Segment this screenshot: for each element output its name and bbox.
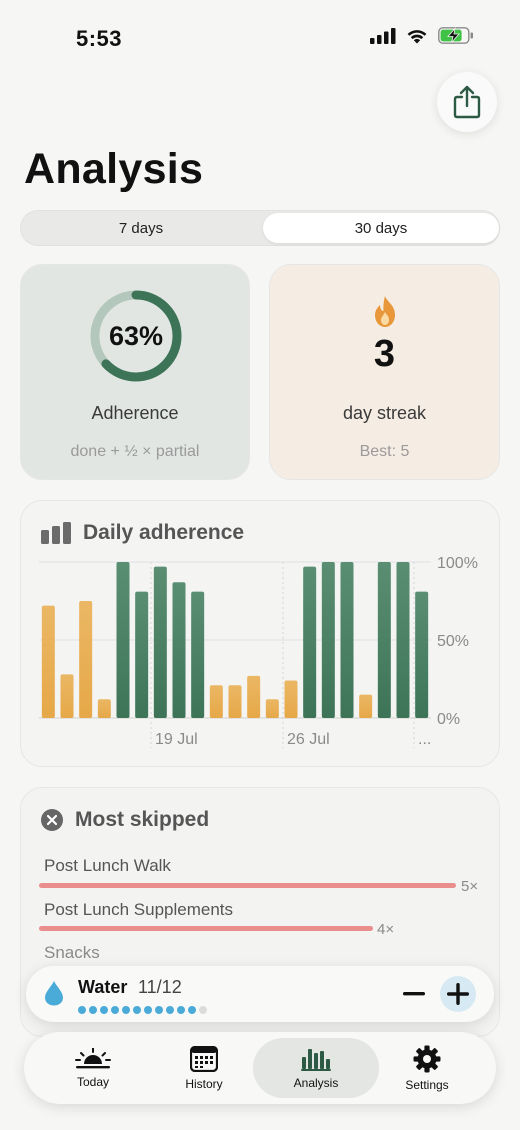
cellular-signal-icon	[370, 27, 396, 44]
water-drop-icon	[45, 981, 63, 1006]
chart-bar	[153, 566, 167, 718]
bar-chart-icon	[301, 1048, 331, 1071]
adherence-card: 63% Adherence done + ½ × partial	[20, 264, 250, 480]
chart-bar	[228, 685, 242, 718]
water-dot	[188, 1006, 196, 1014]
water-progress-dots	[78, 1006, 207, 1014]
chart-bar	[97, 699, 111, 718]
x-circle-icon	[41, 809, 63, 831]
chart-bar	[396, 562, 410, 718]
skipped-item-count: 5×	[461, 878, 479, 895]
chart-bar	[135, 591, 149, 718]
streak-card: 3 day streak Best: 5	[269, 264, 500, 480]
skipped-item-name: Post Lunch Supplements	[44, 900, 234, 919]
calendar-icon	[190, 1045, 218, 1072]
chart-bar	[172, 582, 186, 718]
water-label: Water	[78, 977, 128, 997]
chart-bar	[415, 591, 429, 718]
page-title: Analysis	[24, 145, 204, 193]
skipped-item-name: Snacks	[44, 943, 100, 962]
chart-bar	[247, 675, 261, 718]
water-increment-button[interactable]	[440, 976, 476, 1012]
chart-bar	[265, 699, 279, 718]
chart-y-tick-label: 0%	[437, 711, 460, 728]
daily-adherence-header: Daily adherence	[41, 521, 244, 545]
tab-settings[interactable]: Settings	[364, 1038, 490, 1098]
chart-x-tick-label: ...	[418, 731, 431, 748]
daily-adherence-title: Daily adherence	[83, 521, 245, 544]
daily-adherence-card: 100% 50% 0% 19 Jul 26 Jul... Daily adherence	[20, 500, 500, 767]
water-dot	[155, 1006, 163, 1014]
streak-value: 3	[373, 333, 396, 375]
water-dot	[100, 1006, 108, 1014]
water-dot	[122, 1006, 130, 1014]
most-skipped-header: Most skipped	[41, 808, 209, 832]
status-time: 5:53	[76, 26, 123, 51]
chart-y-tick-label: 50%	[437, 633, 469, 650]
chart-bar	[340, 562, 354, 718]
water-dot	[78, 1006, 86, 1014]
water-dot	[166, 1006, 174, 1014]
range-selector: 7 days 30 days	[20, 210, 500, 246]
chart-bar	[191, 591, 205, 718]
status-bar: 5:53	[0, 0, 520, 70]
tab-label: Today	[76, 1074, 110, 1089]
chart-bar	[41, 605, 55, 718]
most-skipped-title: Most skipped	[75, 808, 210, 831]
chart-bar	[79, 601, 93, 718]
tab-label: History	[185, 1076, 223, 1091]
streak-label: day streak	[342, 403, 427, 423]
wifi-icon	[407, 29, 427, 43]
tab-today[interactable]: Today	[30, 1038, 156, 1098]
chart-x-tick-label: 19 Jul	[155, 731, 198, 748]
water-dot	[133, 1006, 141, 1014]
adherence-percent: 63%	[108, 321, 164, 351]
plus-icon	[447, 983, 469, 1005]
range-option-7-days[interactable]: 7 days	[23, 213, 259, 243]
chart-bar	[303, 566, 317, 718]
adherence-label: Adherence	[91, 403, 179, 423]
tab-label: Settings	[405, 1077, 449, 1092]
chart-x-tick-label: 26 Jul	[287, 731, 330, 748]
adherence-note: done + ½ × partial	[70, 443, 200, 460]
chart-bar	[116, 562, 130, 718]
skipped-item-name: Post Lunch Walk	[44, 856, 171, 875]
skipped-item-bar	[39, 926, 373, 931]
status-icons	[370, 27, 474, 44]
share-icon	[453, 85, 481, 119]
range-option-30-days[interactable]: 30 days	[263, 213, 499, 243]
water-dot	[89, 1006, 97, 1014]
water-dot	[144, 1006, 152, 1014]
share-button[interactable]	[437, 72, 497, 132]
flame-icon	[375, 296, 395, 327]
water-dot	[177, 1006, 185, 1014]
chart-bar	[321, 562, 335, 718]
water-dot	[111, 1006, 119, 1014]
chart-bar	[377, 562, 391, 718]
water-dot	[199, 1006, 207, 1014]
chart-bar	[60, 674, 74, 718]
skipped-item-bar	[39, 883, 456, 888]
tab-bar: Today History Analysis Settings	[24, 1032, 496, 1104]
skipped-item-count: 4×	[377, 921, 395, 938]
chart-bar	[284, 680, 298, 718]
tab-label: Analysis	[293, 1075, 339, 1090]
sunrise-icon	[75, 1047, 111, 1068]
battery-charging-icon	[438, 27, 473, 44]
chart-bar	[209, 685, 223, 718]
bar-chart-small-icon	[41, 522, 71, 544]
tab-history[interactable]: History	[141, 1038, 267, 1098]
chart-y-tick-label: 100%	[437, 555, 478, 572]
chart-bar	[359, 694, 373, 718]
tab-analysis[interactable]: Analysis	[253, 1038, 379, 1098]
minus-icon	[403, 992, 425, 996]
streak-best: Best: 5	[359, 443, 410, 460]
gear-icon	[413, 1045, 441, 1072]
water-decrement-button[interactable]	[396, 976, 432, 1012]
water-count: 11/12	[138, 977, 182, 997]
water-tracker: Water 11/12	[26, 966, 494, 1022]
